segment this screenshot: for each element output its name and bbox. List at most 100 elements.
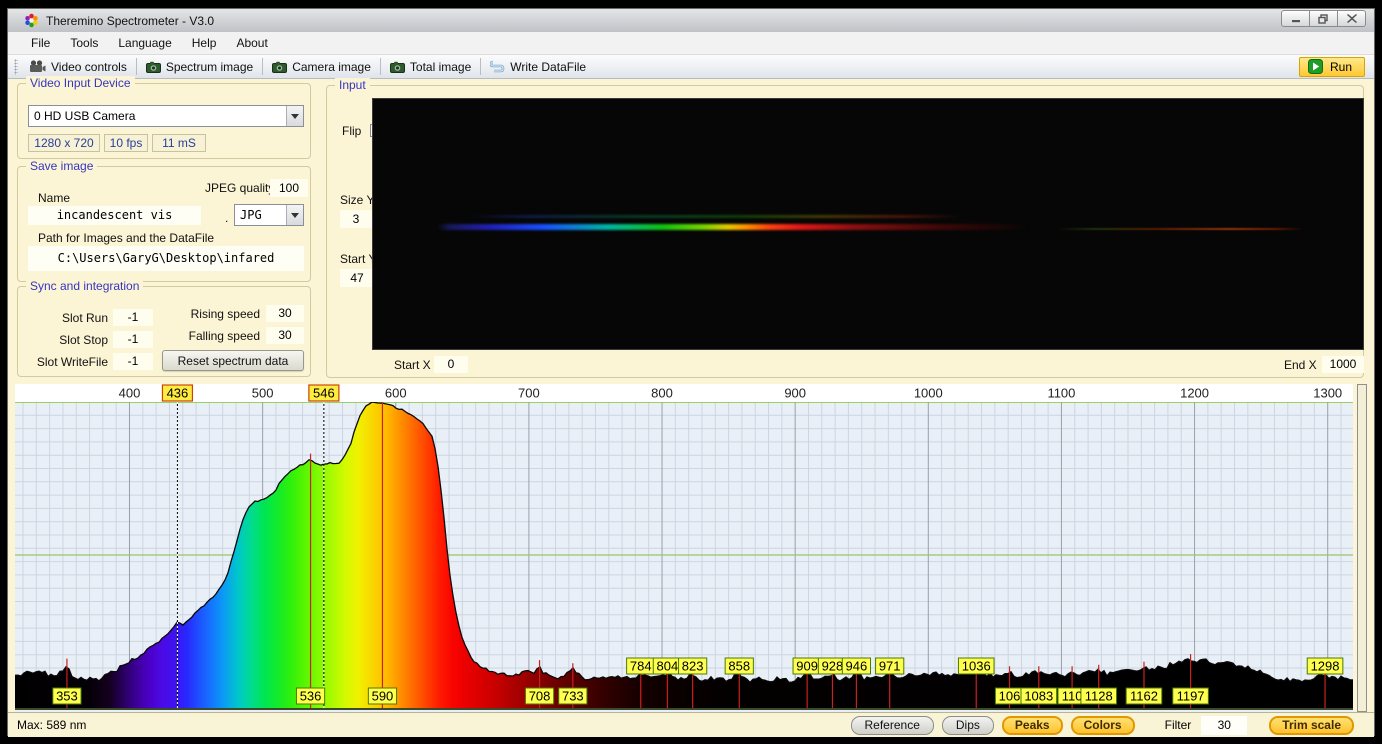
svg-text:946: 946: [846, 659, 868, 674]
falling-speed-label: Falling speed: [188, 329, 260, 343]
name-field[interactable]: incandescent vis: [28, 206, 201, 225]
slot-run-field[interactable]: -1: [113, 309, 153, 326]
menu-item-tools[interactable]: Tools: [60, 33, 108, 53]
svg-text:106: 106: [999, 689, 1021, 704]
svg-text:536: 536: [300, 689, 322, 704]
start-x-field[interactable]: 0: [434, 356, 468, 373]
svg-text:353: 353: [56, 689, 78, 704]
toolbar-camera-image[interactable]: Camera image: [265, 58, 378, 76]
sync-title: Sync and integration: [26, 279, 144, 293]
chart-scrollbar[interactable]: [1357, 384, 1367, 712]
filter-field[interactable]: 30: [1201, 715, 1248, 735]
peak-label: 1083: [1020, 687, 1058, 705]
toolbar-video-controls[interactable]: Video controls: [22, 58, 134, 76]
toolbar-grip[interactable]: [14, 58, 18, 75]
chevron-down-icon: [291, 113, 299, 119]
svg-text:909: 909: [796, 659, 818, 674]
toolbar-items: Video controls Spectrum image Camera image…: [22, 58, 593, 76]
save-image-group: Save image JPEG quality 100 Name incande…: [17, 159, 311, 282]
colors-button[interactable]: Colors: [1070, 715, 1135, 735]
peak-label: 858: [724, 657, 754, 675]
reference-button[interactable]: Reference: [850, 715, 934, 735]
start-x-label: Start X: [394, 358, 431, 372]
svg-text:928: 928: [822, 659, 844, 674]
toolbar-write-datafile[interactable]: Write DataFile: [483, 58, 593, 76]
svg-text:1083: 1083: [1024, 689, 1053, 704]
start-y-label: Start Y: [340, 252, 377, 266]
format-value: JPG: [240, 208, 262, 222]
svg-text:1036: 1036: [962, 659, 991, 674]
minimize-button[interactable]: [1281, 10, 1310, 27]
format-select[interactable]: JPG: [234, 204, 304, 226]
dropdown-button[interactable]: [286, 205, 303, 225]
toolbar-total-image[interactable]: Total image: [383, 58, 478, 76]
size-y-label: Size Y: [340, 193, 375, 207]
peaks-button[interactable]: Peaks: [1001, 715, 1063, 735]
start-y-field[interactable]: 47: [340, 269, 374, 287]
svg-text:546: 546: [313, 386, 335, 401]
peak-label: 784: [626, 657, 656, 675]
svg-text:1200: 1200: [1180, 386, 1209, 401]
svg-text:1300: 1300: [1313, 386, 1342, 401]
falling-speed-field[interactable]: 30: [266, 327, 304, 344]
play-icon: [1307, 59, 1323, 74]
peak-label: 1298: [1306, 657, 1344, 675]
end-x-field[interactable]: 1000: [1322, 356, 1364, 373]
status-bar: Max: 589 nm Reference Dips Peaks Colors …: [8, 712, 1374, 737]
svg-text:708: 708: [529, 689, 551, 704]
menu-item-language[interactable]: Language: [108, 33, 181, 53]
resolution-badge[interactable]: 1280 x 720: [28, 134, 100, 152]
latency-badge[interactable]: 11 mS: [152, 134, 206, 152]
video-device-select[interactable]: 0 HD USB Camera: [28, 105, 304, 127]
svg-text:900: 900: [784, 386, 806, 401]
peak-label: 708: [524, 687, 555, 705]
fps-badge[interactable]: 10 fps: [104, 134, 148, 152]
video-device-value: 0 HD USB Camera: [34, 109, 136, 123]
svg-text:971: 971: [879, 659, 901, 674]
slot-run-label: Slot Run: [61, 311, 108, 325]
menu-item-about[interactable]: About: [226, 33, 277, 53]
dropdown-button[interactable]: [286, 106, 303, 126]
svg-text:784: 784: [630, 659, 652, 674]
spectrum-chart[interactable]: 784 804 823 858 909 928 946 971 1036 1298 353 536 59…: [14, 384, 1353, 712]
maximize-button[interactable]: [1309, 10, 1338, 27]
slot-writefile-field[interactable]: -1: [113, 353, 153, 370]
svg-text:590: 590: [372, 689, 394, 704]
filter-label: Filter: [1164, 718, 1192, 732]
peak-label: 909: [792, 657, 822, 675]
peak-label: 536: [295, 687, 326, 705]
menu-item-help[interactable]: Help: [182, 33, 227, 53]
slot-writefile-label: Slot WriteFile: [36, 355, 108, 369]
title-bar[interactable]: Theremino Spectrometer - V3.0: [8, 9, 1374, 32]
peak-label: 590: [367, 687, 398, 705]
jpeg-quality-field[interactable]: 100: [270, 179, 308, 197]
menu-item-file[interactable]: File: [21, 33, 60, 53]
toolbar-spectrum-image[interactable]: Spectrum image: [139, 58, 260, 76]
video-camera-icon: [29, 60, 46, 73]
peak-label: 946: [841, 657, 872, 675]
flip-label: Flip: [342, 124, 362, 138]
path-field[interactable]: C:\Users\GaryG\Desktop\infared: [28, 246, 304, 271]
dips-button[interactable]: Dips: [941, 715, 994, 735]
app-window: Theremino Spectrometer - V3.0 File Tools L…: [7, 8, 1375, 737]
svg-text:858: 858: [728, 659, 750, 674]
camera-image[interactable]: [372, 98, 1364, 350]
svg-text:1298: 1298: [1311, 659, 1340, 674]
peak-label: 353: [52, 687, 82, 705]
scroll-icon: [490, 60, 505, 73]
toolbar-separator: [379, 58, 381, 75]
rising-speed-field[interactable]: 30: [266, 305, 304, 322]
chevron-down-icon: [291, 212, 299, 218]
trim-scale-button[interactable]: Trim scale: [1269, 715, 1354, 735]
peak-label: 1128: [1080, 687, 1118, 705]
toolbar-separator: [480, 58, 482, 75]
size-y-field[interactable]: 3: [340, 210, 372, 228]
svg-text:733: 733: [562, 689, 584, 704]
slot-stop-field[interactable]: -1: [113, 331, 153, 348]
svg-text:800: 800: [651, 386, 673, 401]
reset-spectrum-button[interactable]: Reset spectrum data: [162, 350, 304, 371]
close-button[interactable]: [1337, 10, 1366, 27]
save-image-title: Save image: [26, 159, 98, 173]
run-button[interactable]: Run: [1298, 56, 1365, 77]
svg-text:1000: 1000: [914, 386, 943, 401]
